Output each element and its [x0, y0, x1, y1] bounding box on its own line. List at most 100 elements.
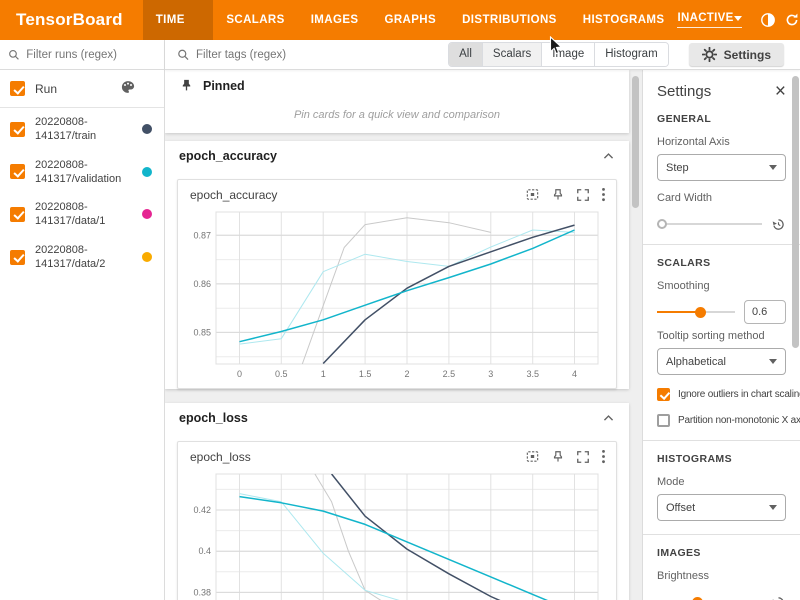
close-icon[interactable]: ×: [775, 82, 786, 101]
filter-tags-row: [177, 48, 440, 62]
epoch-loss-chart[interactable]: 00.511.522.533.540.360.380.40.42: [180, 468, 608, 600]
svg-text:1.5: 1.5: [359, 369, 372, 379]
fullscreen-button[interactable]: [576, 450, 590, 464]
main-scrollbar-thumb[interactable]: [632, 76, 639, 208]
tab-scalars[interactable]: SCALARS: [213, 0, 297, 40]
card-width-row: [657, 217, 786, 231]
smoothing-value-input[interactable]: [744, 300, 786, 324]
pin-icon: [551, 450, 565, 464]
slider-thumb[interactable]: [695, 307, 706, 318]
section-header-epoch-loss[interactable]: epoch_loss: [165, 403, 629, 433]
app-header: TensorBoard TIME SERIES SCALARS IMAGES G…: [0, 0, 800, 40]
divider: [643, 440, 800, 441]
right-column: All Scalars Image Histogram Settings: [165, 40, 800, 600]
tab-histograms[interactable]: HISTOGRAMS: [570, 0, 678, 40]
run-row-data2[interactable]: 20220808-141317/data/2: [0, 236, 164, 279]
card-header: epoch_loss: [178, 442, 616, 466]
card-actions: [525, 187, 606, 202]
fullscreen-button[interactable]: [576, 188, 590, 202]
run-row-validation[interactable]: 20220808-141317/validation: [0, 151, 164, 194]
run-checkbox[interactable]: [10, 207, 25, 222]
svg-text:0.86: 0.86: [193, 279, 211, 289]
histograms-heading: HISTOGRAMS: [657, 453, 786, 465]
contrast-toggle-button[interactable]: [760, 7, 776, 33]
open-settings-button[interactable]: Settings: [689, 43, 784, 66]
card-title: epoch_accuracy: [190, 188, 277, 202]
svg-text:4: 4: [572, 369, 577, 379]
collapse-icon[interactable]: [602, 150, 615, 163]
more-options-button[interactable]: [601, 187, 606, 202]
brightness-row: [657, 595, 786, 600]
ignore-outliers-label: Ignore outliers in chart scaling: [678, 389, 800, 400]
fit-selection-button[interactable]: [525, 449, 540, 464]
slider-thumb[interactable]: [692, 597, 703, 600]
fit-selection-icon: [525, 449, 540, 464]
app-title: TensorBoard: [0, 10, 143, 30]
search-icon: [8, 48, 20, 62]
run-checkbox[interactable]: [10, 122, 25, 137]
tab-images[interactable]: IMAGES: [298, 0, 372, 40]
scalar-card-epoch-loss: epoch_loss 00.511.522.533.540.360.380.40…: [177, 441, 617, 600]
card-actions: [525, 449, 606, 464]
cards-scroll-area[interactable]: Pinned Pin cards for a quick view and co…: [165, 70, 642, 600]
fit-selection-button[interactable]: [525, 187, 540, 202]
filter-all-button[interactable]: All: [449, 43, 482, 65]
reload-status-select[interactable]: INACTIVE: [677, 12, 741, 28]
smoothing-slider[interactable]: [657, 311, 735, 313]
more-options-icon: [601, 449, 606, 464]
nav-tabs: TIME SERIES SCALARS IMAGES GRAPHS DISTRI…: [143, 0, 678, 40]
partition-x-row[interactable]: Partition non-monotonic X axis: [657, 414, 786, 427]
smoothing-label: Smoothing: [657, 280, 786, 292]
runs-sidebar: Run 20220808-141317/train 20220808-14131…: [0, 40, 165, 600]
slider-thumb[interactable]: [657, 219, 667, 229]
card-width-slider[interactable]: [657, 223, 762, 225]
pin-icon: [551, 188, 565, 202]
fit-selection-icon: [525, 187, 540, 202]
tooltip-sort-label: Tooltip sorting method: [657, 330, 786, 342]
dropdown-caret-icon: [769, 165, 777, 170]
filter-runs-input[interactable]: [26, 49, 156, 61]
section-header-epoch-accuracy[interactable]: epoch_accuracy: [165, 141, 629, 171]
filter-image-button[interactable]: Image: [541, 43, 594, 65]
filter-runs-row: [0, 40, 164, 70]
tooltip-sort-select[interactable]: Alphabetical: [657, 348, 786, 375]
epoch-accuracy-chart[interactable]: 00.511.522.533.540.850.860.87: [180, 206, 608, 382]
gear-icon: [702, 47, 717, 62]
pinned-header: Pinned: [165, 70, 629, 101]
collapse-icon[interactable]: [602, 412, 615, 425]
partition-x-checkbox[interactable]: [657, 414, 670, 427]
panel-scrollbar-thumb[interactable]: [792, 76, 799, 348]
select-all-runs-checkbox[interactable]: [10, 81, 25, 96]
filter-tags-input[interactable]: [196, 49, 440, 61]
pin-card-button[interactable]: [551, 450, 565, 464]
tab-graphs[interactable]: GRAPHS: [371, 0, 449, 40]
more-options-button[interactable]: [601, 449, 606, 464]
reload-status-value: INACTIVE: [677, 12, 733, 24]
section-title: epoch_accuracy: [179, 149, 277, 163]
tab-time-series[interactable]: TIME SERIES: [143, 0, 214, 40]
filter-histogram-button[interactable]: Histogram: [594, 43, 667, 65]
tooltip-sort-value: Alphabetical: [666, 356, 726, 368]
ignore-outliers-row[interactable]: Ignore outliers in chart scaling: [657, 388, 786, 401]
run-checkbox[interactable]: [10, 250, 25, 265]
card-title: epoch_loss: [190, 450, 251, 464]
pin-card-button[interactable]: [551, 188, 565, 202]
brightness-reset-button[interactable]: [771, 595, 786, 600]
runs-header-label: Run: [35, 82, 57, 96]
scalars-heading: SCALARS: [657, 257, 786, 269]
horizontal-axis-select[interactable]: Step: [657, 154, 786, 181]
run-checkbox[interactable]: [10, 164, 25, 179]
card-width-reset-button[interactable]: [771, 217, 786, 232]
tags-toolbar: All Scalars Image Histogram Settings: [165, 40, 800, 70]
run-row-train[interactable]: 20220808-141317/train: [0, 108, 164, 151]
tab-distributions[interactable]: DISTRIBUTIONS: [449, 0, 570, 40]
dropdown-caret-icon: [734, 16, 742, 21]
tensorboard-app: TensorBoard TIME SERIES SCALARS IMAGES G…: [0, 0, 800, 600]
refresh-button[interactable]: [784, 7, 800, 33]
ignore-outliers-checkbox[interactable]: [657, 388, 670, 401]
run-color-dot: [142, 252, 152, 262]
filter-scalars-button[interactable]: Scalars: [482, 43, 541, 65]
run-colors-button[interactable]: [120, 79, 136, 98]
histogram-mode-select[interactable]: Offset: [657, 494, 786, 521]
run-row-data1[interactable]: 20220808-141317/data/1: [0, 193, 164, 236]
